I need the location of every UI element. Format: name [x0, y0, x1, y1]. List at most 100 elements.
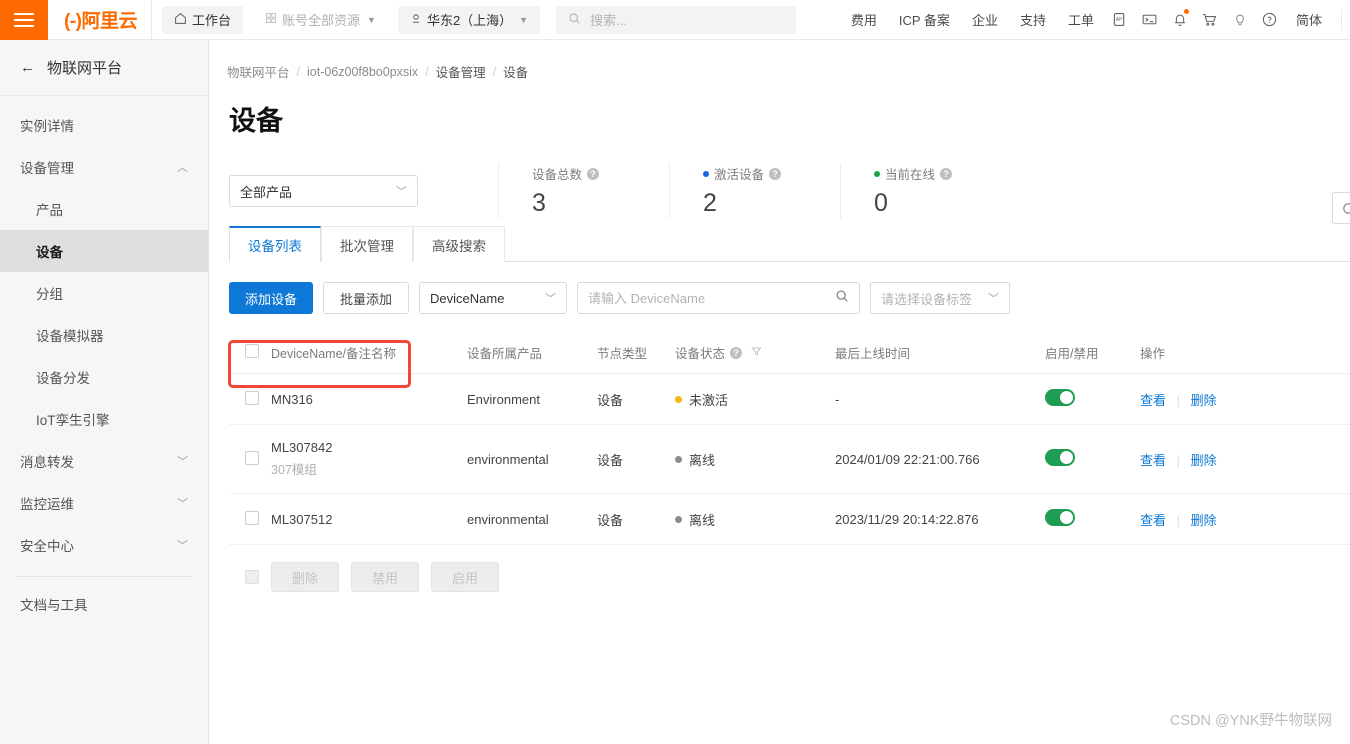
tab-advanced-search[interactable]: 高级搜索 [413, 226, 505, 262]
stat-label-row: 设备总数 ? [532, 164, 669, 183]
sidebar-item-device-management[interactable]: 设备管理 ︿ [0, 146, 208, 188]
home-icon [174, 12, 187, 28]
batch-add-button[interactable]: 批量添加 [323, 282, 410, 314]
table-row[interactable]: ML307842 307模组 environmental 设备 离线 2024/… [229, 424, 1350, 494]
help-icon[interactable]: ? [769, 167, 782, 180]
delete-link[interactable]: 删除 [1191, 453, 1217, 468]
status-dot-yellow [675, 395, 682, 403]
all-resources-button[interactable]: 账号全部资源 ▼ [253, 6, 388, 34]
bulk-disable-button[interactable]: 禁用 [351, 562, 420, 592]
bulk-select-checkbox[interactable] [245, 570, 259, 584]
column-header-last-online: 最后上线时间 [835, 332, 1045, 374]
status-dot-gray [675, 515, 682, 523]
global-search-box[interactable]: 搜索... [556, 5, 797, 34]
bulk-action-bar: 删除 禁用 启用 [245, 562, 1350, 592]
filter-icon[interactable] [751, 346, 762, 360]
sidebar-back-header[interactable]: ← 物联网平台 [0, 40, 208, 96]
nav-link-fees[interactable]: 费用 [840, 10, 888, 29]
svg-text:AP: AP [1116, 17, 1123, 23]
sidebar-item-label: 监控运维 [20, 497, 74, 512]
bulb-icon[interactable] [1225, 5, 1255, 35]
bulk-delete-button[interactable]: 删除 [271, 562, 340, 592]
table-row[interactable]: MN316 Environment 设备 未激活 - 查看 | 删除 [229, 373, 1350, 425]
sidebar-item-device-simulator[interactable]: 设备模拟器 [0, 314, 208, 356]
device-search-box[interactable] [577, 282, 861, 314]
cell-device-name: MN316 [271, 373, 467, 425]
row-checkbox[interactable] [245, 510, 259, 525]
sidebar-item-security-center[interactable]: 安全中心 ﹀ [0, 524, 208, 566]
sidebar-item-message-forwarding[interactable]: 消息转发 ﹀ [0, 440, 208, 482]
column-header-device-state: 设备状态 ? [675, 332, 835, 374]
table-row[interactable]: ML307512 environmental 设备 离线 2023/11/29 … [229, 493, 1350, 545]
nav-link-icp[interactable]: ICP 备案 [888, 10, 961, 29]
menu-toggle-button[interactable] [0, 0, 48, 40]
sidebar-item-monitoring-ops[interactable]: 监控运维 ﹀ [0, 482, 208, 524]
app-icon[interactable]: AP [1105, 5, 1135, 35]
nav-link-ticket[interactable]: 工单 [1057, 10, 1105, 29]
enable-toggle[interactable] [1045, 509, 1075, 526]
view-link[interactable]: 查看 [1140, 393, 1166, 408]
device-tag-select[interactable]: 请选择设备标签 ﹀ [870, 282, 1011, 314]
chevron-down-icon: ﹀ [177, 540, 188, 552]
breadcrumb-item-platform[interactable]: 物联网平台 [227, 62, 290, 81]
table-toolbar: 添加设备 批量添加 DeviceName ﹀ 请选择设备标签 ﹀ [229, 282, 1350, 314]
cell-operations: 查看 | 删除 [1140, 373, 1350, 425]
device-search-input[interactable] [588, 290, 836, 306]
tab-batch-management[interactable]: 批次管理 [321, 226, 413, 262]
tab-device-list[interactable]: 设备列表 [229, 226, 321, 262]
row-checkbox[interactable] [245, 450, 259, 465]
sidebar-item-groups[interactable]: 分组 [0, 272, 208, 314]
bell-icon[interactable] [1165, 5, 1195, 35]
search-icon[interactable] [835, 289, 849, 308]
refresh-button[interactable] [1332, 192, 1350, 224]
sidebar-item-docs-and-tools[interactable]: 文档与工具 [0, 583, 208, 625]
breadcrumb-item-instance[interactable]: iot-06z00f8bo0pxsix [307, 65, 418, 79]
device-name-text: ML307842 [271, 440, 333, 455]
aliyun-logo[interactable]: (-)阿里云 [48, 0, 152, 40]
cell-product: environmental [467, 493, 597, 545]
enable-toggle[interactable] [1045, 389, 1075, 406]
delete-link[interactable]: 删除 [1191, 513, 1217, 528]
help-icon[interactable]: ? [940, 167, 953, 180]
main-content: 物联网平台 / iot-06z00f8bo0pxsix / 设备管理 / 设备 … [209, 40, 1350, 744]
status-dot-green [874, 170, 880, 177]
breadcrumb-separator: / [296, 64, 300, 79]
breadcrumb-separator: / [492, 64, 497, 79]
region-selector[interactable]: 华东2（上海） ▼ [397, 5, 541, 34]
search-field-select[interactable]: DeviceName ﹀ [419, 282, 568, 314]
view-link[interactable]: 查看 [1140, 513, 1166, 528]
sidebar-item-instance-detail[interactable]: 实例详情 [0, 104, 208, 146]
enable-toggle[interactable] [1045, 449, 1075, 466]
cart-icon[interactable] [1195, 5, 1225, 35]
device-state-text: 未激活 [689, 392, 729, 408]
add-device-button[interactable]: 添加设备 [229, 282, 314, 314]
sidebar-item-label: 分组 [36, 287, 63, 302]
breadcrumb-item-device-management[interactable]: 设备管理 [436, 62, 486, 81]
sidebar-item-products[interactable]: 产品 [0, 188, 208, 230]
row-checkbox[interactable] [245, 390, 259, 405]
table-body: MN316 Environment 设备 未激活 - 查看 | 删除 ML307… [229, 373, 1350, 545]
nav-link-enterprise[interactable]: 企业 [961, 10, 1009, 29]
bulk-enable-button[interactable]: 启用 [431, 562, 500, 592]
workbench-button[interactable]: 工作台 [161, 5, 243, 34]
sidebar-item-device-distribution[interactable]: 设备分发 [0, 356, 208, 398]
device-tag-placeholder: 请选择设备标签 [881, 291, 973, 307]
nav-link-support[interactable]: 支持 [1009, 10, 1057, 29]
sidebar-item-devices[interactable]: 设备 [0, 230, 208, 272]
delete-link[interactable]: 删除 [1191, 393, 1217, 408]
view-link[interactable]: 查看 [1140, 453, 1166, 468]
select-all-checkbox[interactable] [245, 344, 259, 358]
sidebar-item-iot-twin-engine[interactable]: IoT孪生引擎 [0, 398, 208, 440]
help-icon[interactable] [1255, 5, 1285, 35]
sidebar-item-label: 产品 [36, 203, 63, 218]
language-selector[interactable]: 简体 [1285, 10, 1333, 29]
hamburger-icon-line [14, 18, 34, 21]
help-icon[interactable]: ? [587, 167, 600, 180]
column-header-product: 设备所属产品 [467, 332, 597, 374]
terminal-icon[interactable] [1135, 5, 1165, 35]
help-icon[interactable]: ? [730, 346, 743, 359]
sidebar: ← 物联网平台 实例详情 设备管理 ︿ 产品 设备 分组 设备模拟器 设备分发 … [0, 40, 209, 744]
cell-last-online: 2023/11/29 20:14:22.876 [835, 493, 1045, 545]
sidebar-item-label: 设备模拟器 [36, 329, 104, 344]
product-filter-select[interactable]: 全部产品 ﹀ [229, 175, 418, 207]
